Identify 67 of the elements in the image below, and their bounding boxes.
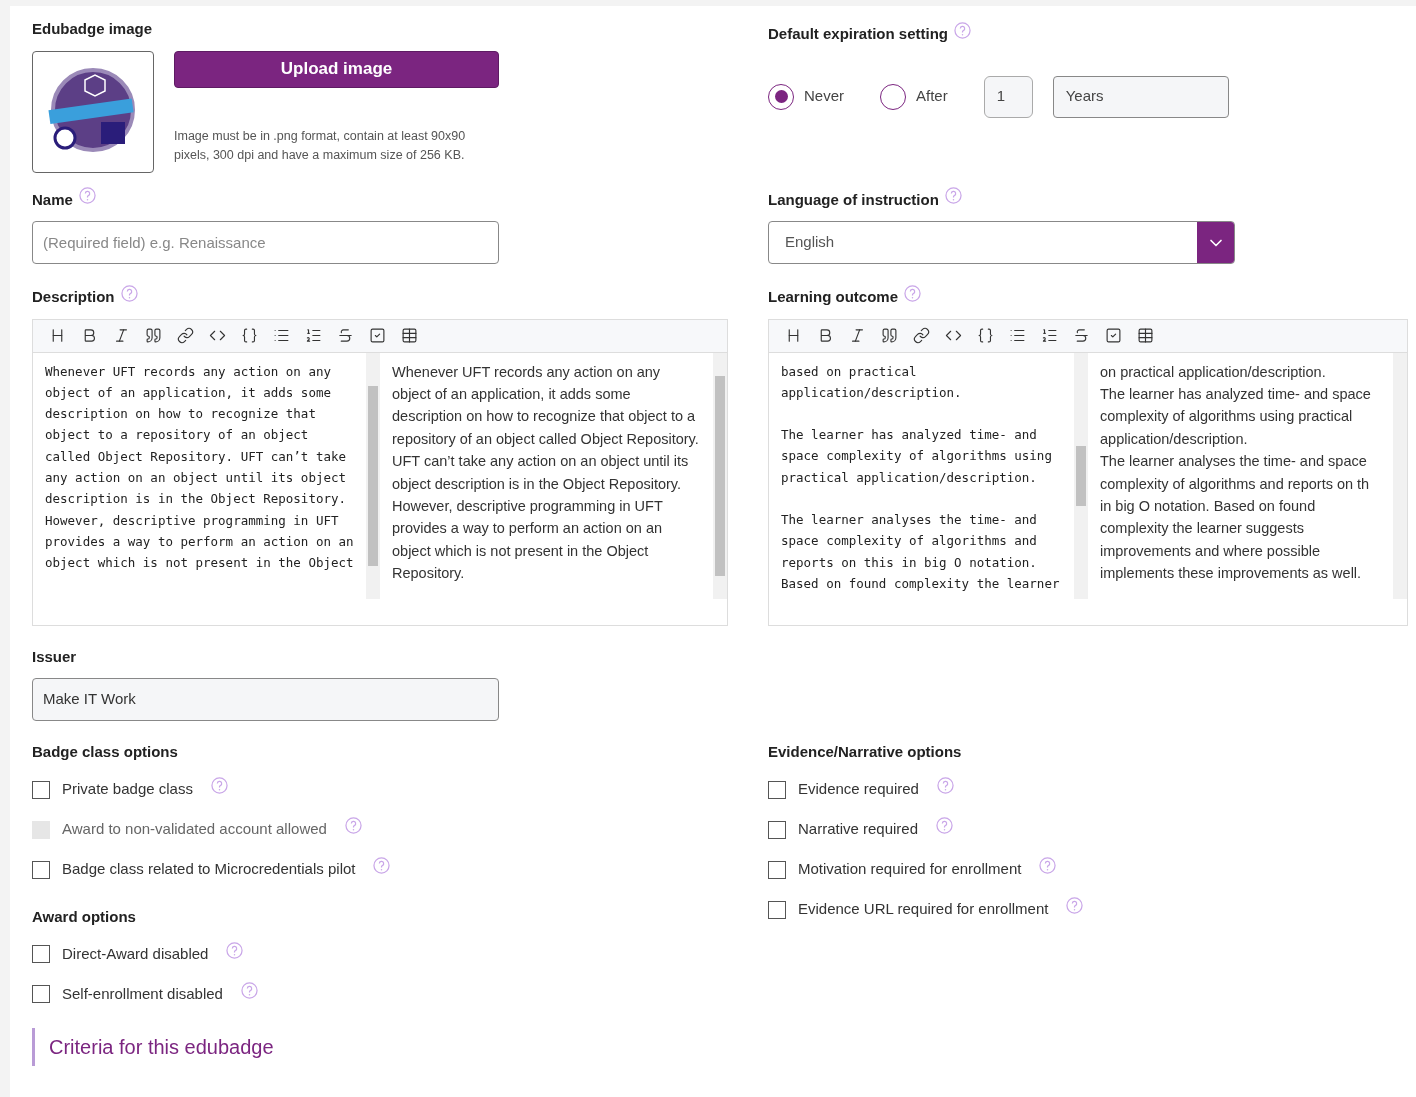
braces-icon[interactable] — [977, 327, 994, 344]
field-label: Issuer — [32, 646, 77, 667]
markdown-preview-text: in big O notation. Based on found complexity the learner suggests improvements and where possible implements these improvements as well. — [1100, 496, 1363, 584]
quote-icon[interactable] — [881, 327, 898, 344]
table-icon[interactable] — [401, 327, 418, 344]
strikethrough-icon[interactable] — [1073, 327, 1090, 344]
radio-label: After — [916, 86, 948, 107]
scrollbar[interactable] — [1074, 352, 1088, 599]
checkbox[interactable] — [32, 945, 50, 963]
checkbox-icon[interactable] — [1105, 327, 1122, 344]
field-label: Default expiration setting — [768, 24, 949, 44]
strikethrough-icon[interactable] — [337, 327, 354, 344]
link-icon[interactable] — [913, 327, 930, 344]
checkbox-label: Award to non-validated account allowed — [62, 819, 327, 840]
checkbox-label: Direct-Award disabled — [62, 943, 209, 964]
checkbox-label: Narrative required — [798, 819, 919, 840]
checkbox-label: Private badge class — [62, 779, 193, 800]
checkbox-label: Self-enrollment disabled — [62, 983, 223, 1004]
language-select[interactable]: English — [768, 221, 1235, 264]
quote-icon[interactable] — [145, 327, 162, 344]
image-requirements-text: Image must be in .png format, contain at least 90x90 pixels, 300 dpi and have a maximum size of 256 KB. — [174, 127, 467, 164]
field-label: Name — [32, 189, 73, 210]
checkbox-icon[interactable] — [369, 327, 386, 344]
upload-image-button[interactable]: Upload image — [174, 50, 499, 88]
checkbox[interactable] — [768, 780, 786, 799]
criteria-heading: Criteria for this edubadge — [32, 1028, 1416, 1066]
markdown-preview-text: on practical application/description. — [1100, 362, 1327, 382]
scrollbar[interactable] — [1393, 352, 1407, 599]
name-input-field[interactable]: (Required field) e.g. Renaissance — [32, 221, 499, 264]
checkbox-label: Evidence URL required for enrollment — [798, 899, 1049, 920]
expiration-unit-field[interactable]: Years — [1052, 75, 1229, 118]
checkbox-label: Evidence required — [798, 779, 919, 800]
checkbox[interactable] — [32, 985, 50, 1003]
expiration-amount-field[interactable]: 1 — [983, 75, 1033, 118]
checkbox[interactable] — [768, 860, 786, 879]
markdown-preview-text: The learner has analyzed time- and space complexity of algorithms using practical application/description. — [1100, 384, 1372, 449]
table-icon[interactable] — [1137, 327, 1154, 344]
italic-icon[interactable] — [849, 327, 866, 344]
markdown-source-text: Whenever UFT records any action on any object of an application, it adds some description on how to recognize that object to a repository of an object called Object Repository. UFT can’t take any action on an object until its object description is in the Object Repository. However, descriptive programming in UFT provides a way to perform an action on an object which is not present in the Object — [45, 362, 354, 573]
markdown-source-text: based on practical application/description. — [781, 362, 963, 402]
issuer-field: Make IT Work — [32, 678, 499, 721]
markdown-source-text: The learner analyses the time- and space complexity of algorithms and reports on this in big O notation. Based on found complexity the learner — [781, 511, 1061, 593]
checkbox-label: Badge class related to Microcredentials pilot — [62, 859, 356, 880]
markdown-source-text: The learner has analyzed time- and space complexity of algorithms using practical application/description. — [781, 426, 1053, 487]
field-label: Description — [32, 287, 115, 307]
checkbox[interactable] — [768, 820, 786, 839]
section-label: Badge class options — [32, 742, 179, 762]
braces-icon[interactable] — [241, 327, 258, 344]
checkbox[interactable] — [768, 900, 786, 919]
field-label: Learning outcome — [768, 287, 898, 307]
numbered-list-icon[interactable] — [305, 327, 322, 344]
field-label: Language of instruction — [768, 189, 939, 210]
field-label: Edubadge image — [32, 19, 153, 39]
section-label: Award options — [32, 906, 137, 927]
checkbox[interactable] — [32, 860, 50, 879]
link-icon[interactable] — [177, 327, 194, 344]
checkbox-label: Motivation required for enrollment — [798, 859, 1022, 880]
italic-icon[interactable] — [113, 327, 130, 344]
scrollbar[interactable] — [366, 352, 380, 599]
checkbox[interactable] — [32, 780, 50, 799]
bullet-list-icon[interactable] — [273, 327, 290, 344]
bullet-list-icon[interactable] — [1009, 327, 1026, 344]
scrollbar[interactable] — [713, 352, 727, 599]
radio-label: Never — [804, 86, 844, 107]
markdown-preview-text: Whenever UFT records any action on any object of an application, it adds some description on how to recognize that object to a repository of an object called Object Repository. UFT can’t take any action on an object until its object description is in the Object Repository. However, descriptive programming in UFT provides a way to perform an action on an object which is not present in the Object Repository. — [392, 362, 700, 584]
numbered-list-icon[interactable] — [1041, 327, 1058, 344]
section-label: Evidence/Narrative options — [768, 742, 963, 762]
